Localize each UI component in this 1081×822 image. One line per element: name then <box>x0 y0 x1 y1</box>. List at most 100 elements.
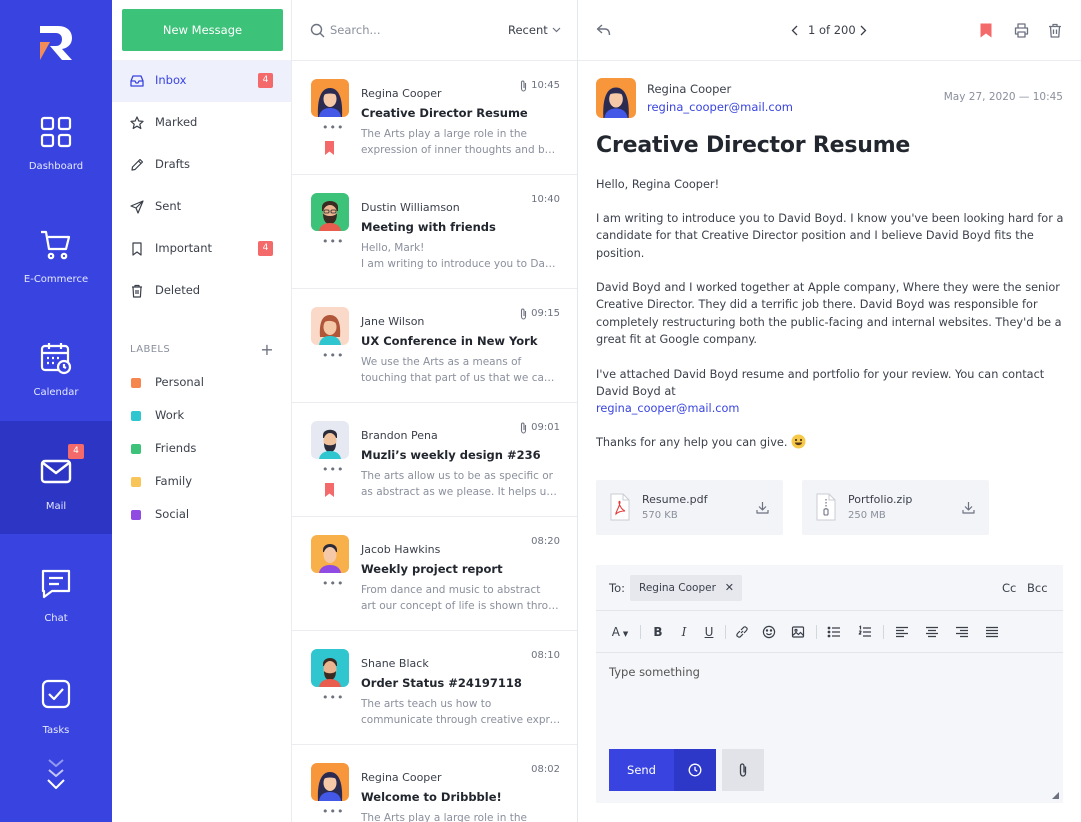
search-input[interactable] <box>330 20 450 40</box>
print-icon[interactable] <box>1014 23 1029 38</box>
italic-button[interactable]: I <box>677 625 691 639</box>
more-icon[interactable]: ••• <box>322 805 344 818</box>
label-personal[interactable]: Personal <box>130 374 280 392</box>
preview-line: touching that part of us that we cannot … <box>361 372 561 384</box>
message-item[interactable]: ••• Shane Black Order Status #24197118 T… <box>292 631 577 745</box>
message-preview: We use the Arts as a means of touching t… <box>361 354 561 386</box>
bookmark-icon[interactable] <box>980 23 992 38</box>
more-icon[interactable]: ••• <box>322 121 344 134</box>
paperclip-icon <box>739 763 747 777</box>
new-message-button[interactable]: New Message <box>122 9 283 51</box>
mail-title: Creative Director Resume <box>596 133 911 158</box>
align-left-icon[interactable] <box>895 625 909 639</box>
resize-handle-icon[interactable] <box>1052 792 1059 799</box>
folder-deleted[interactable]: Deleted <box>112 270 291 312</box>
label-friends[interactable]: Friends <box>130 440 280 458</box>
trash-icon[interactable] <box>1048 23 1062 38</box>
folder-sent[interactable]: Sent <box>112 186 291 228</box>
folder-important[interactable]: Important 4 <box>112 228 291 270</box>
reply-icon[interactable] <box>596 23 611 37</box>
avatar <box>311 307 349 345</box>
attachment-card[interactable]: Resume.pdf 570 KB <box>596 480 783 535</box>
chevrons-down-icon[interactable] <box>43 758 69 792</box>
nav-chat[interactable]: Chat <box>0 566 112 678</box>
message-item[interactable]: ••• Regina Cooper Welcome to Dribbble! T… <box>292 745 577 822</box>
underline-button[interactable]: U <box>702 625 716 639</box>
more-icon[interactable]: ••• <box>322 577 344 590</box>
download-icon[interactable] <box>962 501 975 514</box>
numbered-list-icon[interactable] <box>858 625 872 639</box>
nav-dashboard[interactable]: Dashboard <box>0 114 112 226</box>
bullet-list-icon[interactable] <box>827 625 841 639</box>
mail-badge: 4 <box>68 444 84 459</box>
avatar <box>311 193 349 231</box>
message-time: 08:10 <box>531 650 560 661</box>
attachment-card[interactable]: Portfolio.zip 250 MB <box>802 480 989 535</box>
download-icon[interactable] <box>756 501 769 514</box>
cc-button[interactable]: Cc <box>1002 581 1016 595</box>
more-icon[interactable]: ••• <box>322 349 344 362</box>
attachment-size: 570 KB <box>642 510 678 521</box>
folder-marked[interactable]: Marked <box>112 102 291 144</box>
close-icon[interactable]: ✕ <box>725 575 734 601</box>
message-item[interactable]: ••• Regina Cooper Creative Director Resu… <box>292 61 577 175</box>
preview-line: From dance and music to abstract <box>361 584 541 596</box>
nav-tasks-label: Tasks <box>42 725 70 736</box>
tasks-icon <box>38 678 74 714</box>
message-preview: The arts allow us to be as specific or a… <box>361 468 561 500</box>
paperclip-icon <box>519 422 528 434</box>
compose-body-input[interactable] <box>609 662 1049 682</box>
flag-icon[interactable] <box>324 483 335 497</box>
align-right-icon[interactable] <box>955 625 969 639</box>
labels-heading: LABELS <box>130 344 171 355</box>
more-icon[interactable]: ••• <box>322 463 344 476</box>
bold-button[interactable]: B <box>651 625 665 639</box>
font-size-button[interactable]: A ▼ <box>608 625 632 639</box>
more-icon[interactable]: ••• <box>322 691 344 704</box>
logo-icon[interactable] <box>36 24 76 62</box>
font-size-label: A <box>611 625 620 639</box>
sort-select[interactable]: Recent <box>508 23 548 37</box>
emoji-icon[interactable] <box>762 625 776 639</box>
mail-email-link[interactable]: regina_cooper@mail.com <box>596 400 1064 417</box>
folder-drafts[interactable]: Drafts <box>112 144 291 186</box>
folder-inbox[interactable]: Inbox 4 <box>112 60 291 102</box>
schedule-send-button[interactable] <box>674 749 716 791</box>
attachment-size: 250 MB <box>848 510 886 521</box>
more-icon[interactable]: ••• <box>322 235 344 248</box>
align-justify-icon[interactable] <box>985 625 999 639</box>
label-color-dot <box>131 510 141 520</box>
message-item[interactable]: ••• Jane Wilson UX Conference in New Yor… <box>292 289 577 403</box>
nav-mail[interactable]: 4 Mail <box>0 421 112 534</box>
dashboard-icon <box>38 114 74 150</box>
list-header: Recent <box>292 0 577 61</box>
bcc-button[interactable]: Bcc <box>1027 581 1048 595</box>
image-icon[interactable] <box>791 625 805 639</box>
add-label-icon[interactable]: + <box>260 340 274 359</box>
flag-icon[interactable] <box>324 141 335 155</box>
message-item[interactable]: ••• Dustin Williamson Meeting with frien… <box>292 175 577 289</box>
calendar-icon <box>38 340 74 376</box>
message-item[interactable]: ••• Brandon Pena Muzli’s weekly design #… <box>292 403 577 517</box>
label-social[interactable]: Social <box>130 506 280 524</box>
message-item[interactable]: ••• Jacob Hawkins Weekly project report … <box>292 517 577 631</box>
recipient-chip[interactable]: Regina Cooper ✕ <box>630 575 742 601</box>
sender-email-link[interactable]: regina_cooper@mail.com <box>647 100 793 114</box>
attachment-name: Resume.pdf <box>642 493 708 506</box>
label-text: Family <box>155 474 193 488</box>
attach-button[interactable] <box>722 749 764 791</box>
align-center-icon[interactable] <box>925 625 939 639</box>
chevron-right-icon[interactable] <box>860 25 867 36</box>
nav-ecommerce-label: E-Commerce <box>23 274 89 285</box>
label-work[interactable]: Work <box>130 407 280 425</box>
message-sender: Regina Cooper <box>361 87 442 100</box>
chevron-left-icon[interactable] <box>791 25 798 36</box>
label-family[interactable]: Family <box>130 473 280 491</box>
send-button[interactable]: Send <box>609 749 674 791</box>
link-icon[interactable] <box>735 625 749 639</box>
search-icon[interactable] <box>310 23 325 38</box>
sender-avatar <box>596 78 636 118</box>
nav-ecommerce[interactable]: E-Commerce <box>0 227 112 339</box>
chevron-down-icon[interactable] <box>552 27 561 33</box>
avatar <box>311 421 349 459</box>
